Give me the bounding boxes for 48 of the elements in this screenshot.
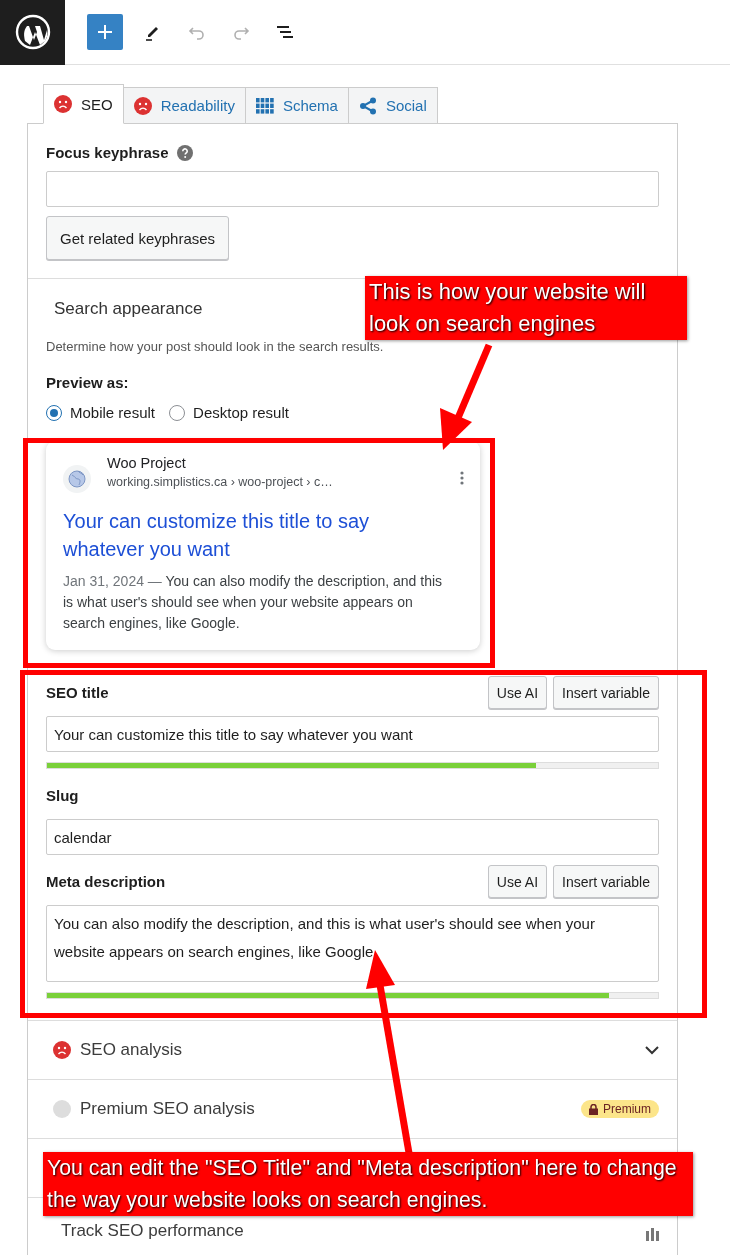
radio-button[interactable] — [169, 404, 186, 421]
toolbar-action-button[interactable]: Use AI — [487, 865, 548, 898]
add-block-button[interactable] — [87, 14, 123, 50]
field-label: Slug — [46, 787, 79, 804]
sad-face-icon — [53, 1041, 71, 1059]
toolbar-action-button[interactable]: Insert variable — [553, 676, 659, 709]
toolbar-action-button[interactable]: Use AI — [487, 676, 548, 709]
share-icon — [358, 96, 377, 115]
wordpress-logo-icon[interactable] — [14, 14, 51, 50]
bar-chart-icon — [646, 1228, 659, 1241]
radio-option[interactable]: Mobile result — [46, 404, 156, 421]
status-dot-icon — [53, 1100, 71, 1118]
field-label: Meta description — [46, 873, 166, 890]
more-options-icon[interactable] — [460, 471, 464, 485]
section-description: Determine how your post should look in the search results. — [46, 339, 384, 354]
tab[interactable]: Schema — [245, 87, 349, 124]
result-title[interactable]: Your can customize this title to say whatever you want — [63, 507, 403, 563]
radio-button[interactable] — [46, 404, 62, 421]
toolbar-action-button[interactable]: Insert variable — [553, 865, 659, 898]
section-toggle[interactable]: SEO analysis — [80, 1040, 636, 1060]
section-title: Search appearance — [54, 299, 203, 319]
radio-option[interactable]: Desktop result — [169, 404, 289, 421]
site-name: Woo Project — [107, 455, 187, 471]
lock-icon — [589, 1103, 598, 1115]
tab[interactable]: Readability — [123, 87, 246, 124]
tab[interactable]: SEO — [43, 84, 124, 124]
related-keyphrases-button[interactable]: Get related keyphrases — [46, 216, 230, 260]
sad-face-icon — [133, 96, 152, 115]
globe-icon — [63, 465, 91, 493]
keyphrase-input[interactable] — [46, 171, 659, 207]
premium-badge: Premium — [581, 1100, 659, 1118]
breadcrumb-url: working.simplistics.ca › woo-project › c… — [107, 475, 334, 489]
text-area[interactable]: You can also modify the description, and this is what user's should see when your website appears on search engines, like Google. — [46, 905, 659, 982]
sad-face-icon — [54, 95, 72, 113]
help-icon[interactable] — [176, 144, 193, 161]
section-toggle[interactable]: Premium SEO analysis — [80, 1099, 572, 1119]
callout-text: This is how your website will look on search engines — [365, 276, 687, 340]
grid-icon — [255, 97, 274, 114]
chevron-down-icon[interactable] — [645, 1045, 659, 1055]
tab[interactable]: Social — [348, 87, 438, 124]
text-input[interactable]: Your can customize this title to say whatever you want — [46, 716, 659, 752]
result-snippet: Jan 31, 2024 — You can also modify the description, and this is what user's should see when your website appears on search engines, like Google. — [63, 572, 444, 633]
callout-text: You can edit the "SEO Title" and "Meta description" here to change the way your website looks on search engines. — [43, 1152, 693, 1216]
field-label: Focus keyphrase — [46, 144, 169, 161]
section-toggle[interactable]: Track SEO performance — [61, 1221, 244, 1240]
preview-label: Preview as: — [46, 374, 129, 391]
text-input[interactable]: calendar — [46, 819, 659, 855]
field-label: SEO title — [46, 684, 109, 701]
